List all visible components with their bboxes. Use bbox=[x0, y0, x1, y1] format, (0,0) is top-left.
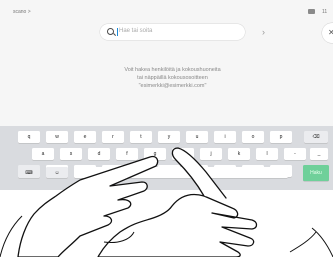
hand-illustration bbox=[0, 147, 333, 257]
right-index-finger bbox=[171, 147, 227, 199]
